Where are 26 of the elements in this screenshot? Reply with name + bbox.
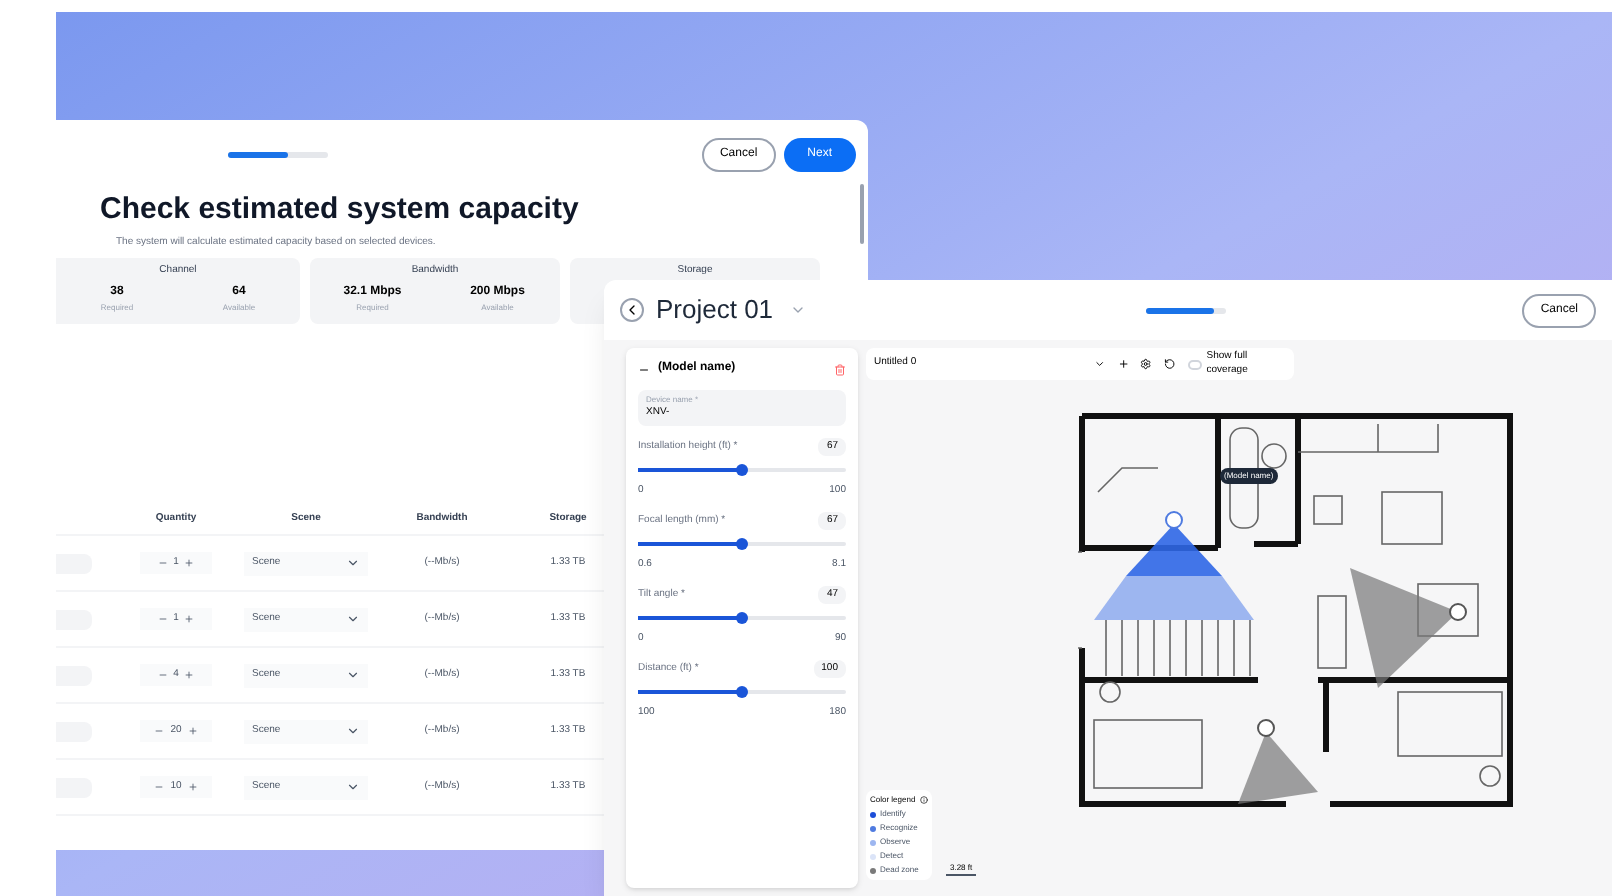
minus-icon[interactable] [154, 726, 165, 736]
chevron-down-icon[interactable] [1093, 358, 1106, 370]
plus-icon[interactable] [1117, 358, 1129, 370]
project-title: Project 01 [656, 292, 774, 329]
minus-icon[interactable] [154, 782, 165, 792]
collapse-icon[interactable] [638, 363, 650, 375]
minus-icon[interactable] [157, 558, 168, 568]
slider-thumb[interactable] [736, 538, 748, 550]
page-title: Check estimated system capacity [100, 190, 581, 230]
chevron-down-icon [346, 668, 360, 682]
trash-icon[interactable] [834, 363, 846, 375]
chevron-down-icon [346, 556, 360, 570]
chevron-down-icon [346, 780, 360, 794]
chevron-down-icon [346, 612, 360, 626]
back-button[interactable] [620, 298, 644, 322]
coverage-checkbox[interactable] [1187, 359, 1203, 369]
slider-thumb[interactable] [736, 686, 748, 698]
slider-thumb[interactable] [736, 464, 748, 476]
settings-icon[interactable] [1140, 358, 1152, 370]
chevron-down-icon [346, 724, 360, 738]
minus-icon[interactable] [157, 670, 168, 680]
chevron-left-icon [624, 302, 640, 318]
rotate-icon[interactable] [1163, 358, 1176, 370]
info-icon[interactable] [919, 796, 928, 804]
slider-thumb[interactable] [736, 612, 748, 624]
minus-icon[interactable] [157, 614, 168, 624]
